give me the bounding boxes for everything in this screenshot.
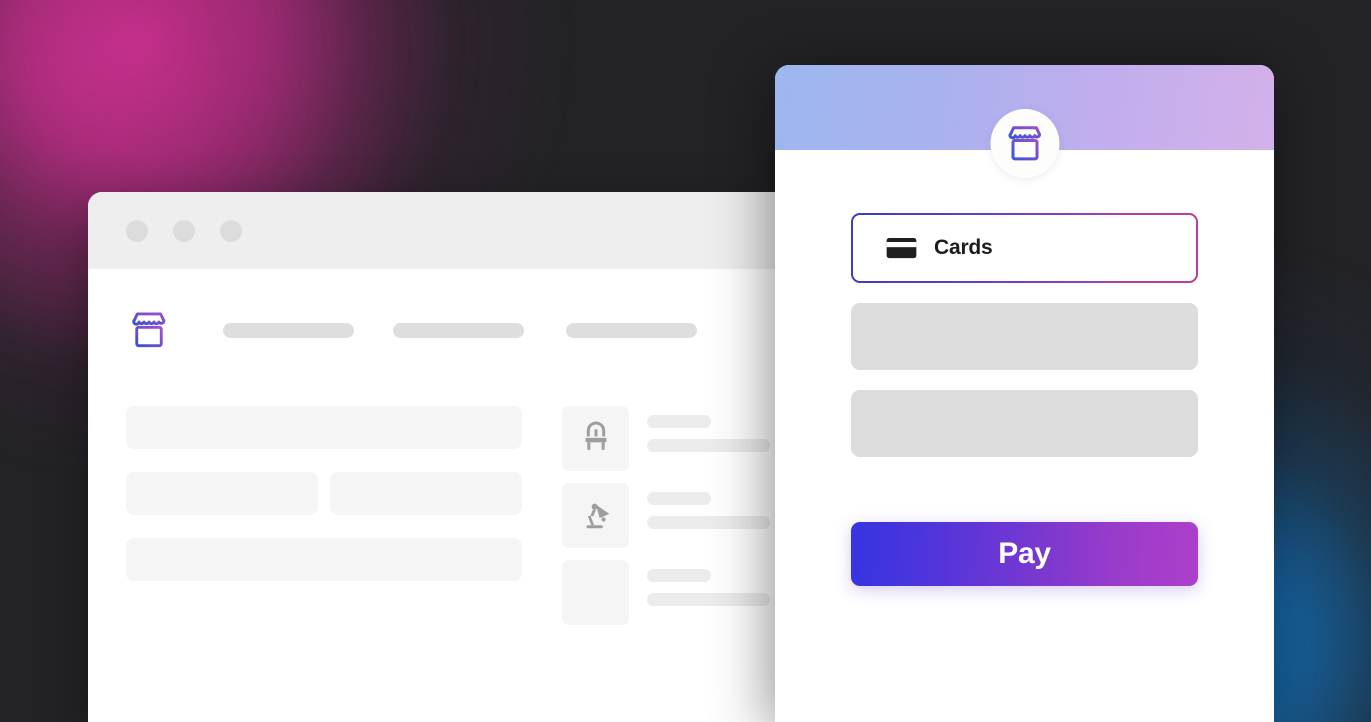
payment-method-cards-label: Cards (934, 236, 993, 259)
product-title-placeholder (647, 569, 711, 582)
pay-button[interactable]: Pay (851, 522, 1198, 586)
product-thumbnail (562, 406, 629, 471)
product-text-placeholders (647, 483, 770, 529)
product-item-placeholder[interactable] (562, 560, 770, 625)
product-subtitle-placeholder (647, 516, 770, 529)
nav-link-placeholder-3[interactable] (566, 322, 697, 338)
product-subtitle-placeholder (647, 439, 770, 452)
product-thumbnail-empty (562, 560, 629, 625)
window-minimize-dot[interactable] (173, 219, 195, 242)
site-navigation-bar (88, 269, 788, 353)
browser-window (88, 192, 788, 722)
product-title-placeholder (647, 492, 711, 505)
product-thumbnail (562, 483, 629, 548)
merchant-badge (990, 109, 1059, 178)
content-block-full-1 (126, 406, 522, 449)
content-skeleton-column (126, 406, 522, 625)
checkout-body: Cards Pay (775, 150, 1274, 586)
storefront-logo-icon[interactable] (126, 307, 172, 353)
product-list (562, 406, 770, 625)
checkout-panel: Cards Pay (775, 65, 1274, 722)
nav-link-placeholder-2[interactable] (393, 322, 524, 338)
app-stage: Cards Pay (0, 0, 1371, 722)
payment-method-cards-inner: Cards (853, 215, 1196, 281)
browser-titlebar (88, 192, 788, 269)
content-block-full-2 (126, 538, 522, 581)
payment-method-placeholder-2[interactable] (851, 303, 1198, 370)
payment-method-cards[interactable]: Cards (851, 213, 1198, 283)
product-item-chair[interactable] (562, 406, 770, 471)
content-block-half-1 (126, 472, 318, 515)
payment-method-placeholder-3[interactable] (851, 390, 1198, 457)
nav-link-placeholder-1[interactable] (223, 322, 354, 338)
window-maximize-dot[interactable] (220, 219, 242, 242)
window-close-dot[interactable] (126, 219, 148, 242)
product-item-desk-lamp[interactable] (562, 483, 770, 548)
storefront-icon (1008, 126, 1041, 161)
credit-card-icon (886, 237, 917, 260)
product-text-placeholders (647, 560, 770, 606)
checkout-header-banner (775, 65, 1274, 178)
desk-lamp-icon (586, 503, 609, 528)
browser-content (88, 269, 788, 722)
chair-icon (585, 421, 606, 450)
product-text-placeholders (647, 406, 770, 452)
content-grid (88, 353, 788, 625)
content-block-half-2 (330, 472, 522, 515)
content-block-row (126, 472, 522, 515)
product-subtitle-placeholder (647, 593, 770, 606)
product-title-placeholder (647, 415, 711, 428)
